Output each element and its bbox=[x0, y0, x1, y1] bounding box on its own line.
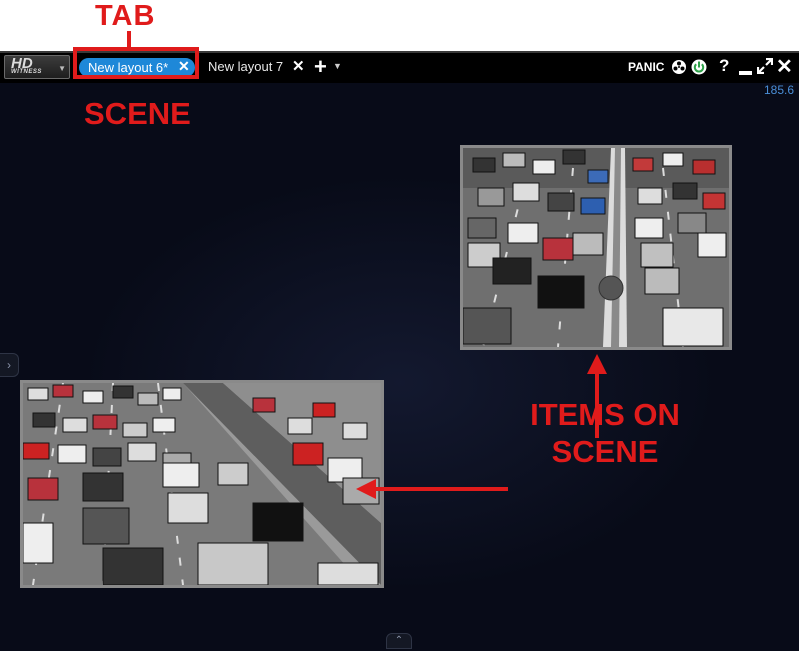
power-icon[interactable] bbox=[691, 59, 707, 75]
close-window-icon[interactable]: ✕ bbox=[776, 54, 793, 79]
hd-witness-logo-icon[interactable]: HD WITNESS ▼ bbox=[4, 55, 70, 79]
film-reel-icon[interactable] bbox=[671, 59, 687, 75]
camera-feed-highway-1[interactable] bbox=[460, 145, 732, 350]
tab-close-icon[interactable]: ✕ bbox=[292, 57, 305, 75]
traffic-camera-image bbox=[463, 148, 729, 347]
traffic-camera-image bbox=[23, 383, 381, 585]
help-icon[interactable]: ? bbox=[719, 56, 729, 76]
items-annotation-line-1: ITEMS ON bbox=[530, 397, 680, 432]
tab-new-layout-7[interactable]: New layout 7 bbox=[208, 59, 283, 74]
minimize-icon[interactable] bbox=[739, 71, 752, 75]
tab-annotation-label: TAB bbox=[95, 0, 156, 32]
chevron-down-icon: ▼ bbox=[58, 64, 66, 73]
maximize-icon[interactable] bbox=[757, 58, 773, 74]
left-panel-toggle[interactable]: › bbox=[0, 353, 19, 377]
add-tab-icon[interactable]: + bbox=[314, 54, 327, 80]
timeline-toggle[interactable]: ⌃ bbox=[386, 633, 412, 649]
chevron-down-icon[interactable]: ▼ bbox=[333, 61, 342, 71]
camera-feed-highway-2[interactable] bbox=[20, 380, 384, 588]
tab-annotation-box bbox=[73, 47, 199, 79]
items-annotation-line-2: SCENE bbox=[551, 434, 659, 469]
logo-subtext: WITNESS bbox=[11, 69, 42, 75]
items-annotation-label: ITEMS ON SCENE bbox=[505, 396, 705, 470]
scene-annotation-label: SCENE bbox=[84, 96, 191, 131]
tab-annotation-connector bbox=[127, 31, 131, 47]
panic-button[interactable]: PANIC bbox=[628, 60, 664, 74]
fps-counter: 185.6 bbox=[763, 83, 794, 97]
hd-witness-client-window: HD WITNESS ▼ New layout 6* ✕ New layout … bbox=[0, 51, 799, 651]
